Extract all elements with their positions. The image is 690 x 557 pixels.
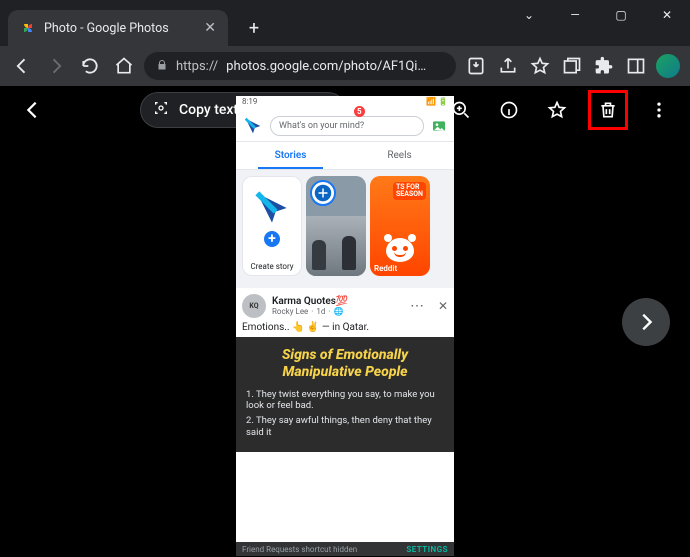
window-controls: ⌄ — ▢ ✕: [506, 0, 690, 46]
phone-status-bar: 8:19 📶 🔋: [236, 96, 454, 110]
create-story-label: Create story: [250, 262, 293, 271]
info-button[interactable]: [492, 93, 526, 127]
url-path: photos.google.com/photo/AF1Qi…: [226, 59, 426, 74]
window-maximize-button[interactable]: ▢: [598, 0, 644, 30]
post-age: 1d: [316, 307, 325, 316]
composer-input[interactable]: What's on your mind?: [270, 116, 424, 136]
lock-icon: [156, 59, 168, 74]
install-app-icon[interactable]: [462, 52, 490, 80]
close-tab-icon[interactable]: ✕: [204, 20, 216, 36]
delete-button[interactable]: [588, 90, 628, 130]
signs-point-1: 1. They twist everything you say, to mak…: [246, 389, 444, 412]
side-panel-icon[interactable]: [622, 52, 650, 80]
favorite-button[interactable]: [540, 93, 574, 127]
browser-tab[interactable]: Photo - Google Photos ✕: [8, 10, 228, 46]
more-options-button[interactable]: [642, 93, 676, 127]
reddit-snoo-icon: [386, 238, 414, 262]
address-bar[interactable]: https:// photos.google.com/photo/AF1Qi…: [144, 52, 456, 80]
tab-groups-icon[interactable]: [558, 52, 586, 80]
post-body: Emotions.. 👆 ✌️ — in Qatar.: [242, 318, 448, 337]
create-story-card[interactable]: + Create story: [242, 176, 302, 276]
google-photos-favicon-icon: [20, 20, 36, 36]
post-avatar: KQ: [242, 294, 266, 318]
story-avatar-ring: [310, 180, 336, 206]
story-card-reddit[interactable]: TS FORSEASON Reddit: [370, 176, 430, 276]
feed-post: KQ Karma Quotes💯 Rocky Lee · 1d · 🌐 ⋯ ✕ …: [236, 282, 454, 452]
stories-row: + Create story TS FORSEASON Reddit: [236, 170, 454, 282]
fb-composer: 5 What's on your mind?: [236, 110, 454, 142]
app-logo-icon: [242, 115, 264, 137]
toolbar-right-icons: [462, 52, 682, 80]
next-photo-button[interactable]: [622, 298, 670, 346]
lens-icon: [153, 100, 169, 120]
story-label: Reddit: [374, 264, 397, 273]
extensions-icon[interactable]: [590, 52, 618, 80]
profile-avatar[interactable]: [654, 52, 682, 80]
viewer-actions: [444, 90, 676, 130]
composer-placeholder: What's on your mind?: [279, 121, 364, 131]
plus-icon: +: [262, 229, 282, 249]
post-header: KQ Karma Quotes💯 Rocky Lee · 1d · 🌐 ⋯ ✕: [242, 294, 448, 318]
post-menu-icon[interactable]: ⋯: [410, 298, 424, 314]
snackbar: Friend Requests shortcut hidden SETTINGS: [236, 542, 454, 556]
window-minimize-button[interactable]: —: [552, 0, 598, 30]
photo-picker-icon[interactable]: [430, 117, 448, 135]
story-tag: TS FORSEASON: [393, 182, 426, 200]
signs-title-2: Manipulative People: [283, 364, 408, 380]
tab-title: Photo - Google Photos: [44, 21, 169, 36]
share-page-icon[interactable]: [494, 52, 522, 80]
home-button[interactable]: [110, 52, 138, 80]
photo-content: 8:19 📶 🔋 5 What's on your mind? Stories …: [236, 96, 454, 556]
photos-viewer: Copy text from image ✕: [0, 86, 690, 557]
story-card[interactable]: [306, 176, 366, 276]
window-caret-icon[interactable]: ⌄: [506, 0, 552, 30]
back-button[interactable]: [8, 52, 36, 80]
fb-tabs: Stories Reels: [236, 142, 454, 170]
snackbar-action[interactable]: SETTINGS: [406, 545, 448, 554]
status-icons: 📶 🔋: [426, 97, 448, 109]
browser-titlebar: Photo - Google Photos ✕ + ⌄ — ▢ ✕: [0, 0, 690, 46]
tab-stories[interactable]: Stories: [236, 142, 345, 169]
reload-button[interactable]: [76, 52, 104, 80]
viewer-back-button[interactable]: [14, 92, 50, 128]
url-protocol: https://: [176, 59, 218, 74]
browser-toolbar: https:// photos.google.com/photo/AF1Qi…: [0, 46, 690, 86]
new-tab-button[interactable]: +: [240, 14, 268, 42]
snackbar-text: Friend Requests shortcut hidden: [242, 545, 357, 554]
post-page-name[interactable]: Karma Quotes💯: [272, 296, 404, 307]
notif-badge: 5: [354, 106, 365, 117]
post-dismiss-icon[interactable]: ✕: [438, 299, 448, 313]
forward-button[interactable]: [42, 52, 70, 80]
post-author: Rocky Lee: [272, 307, 308, 316]
window-close-button[interactable]: ✕: [644, 0, 690, 30]
bookmark-star-icon[interactable]: [526, 52, 554, 80]
status-time: 8:19: [242, 97, 257, 109]
signs-title-1: Signs of Emotionally: [282, 347, 408, 363]
globe-icon: 🌐: [334, 307, 344, 316]
post-image-content: Signs of Emotionally Manipulative People…: [236, 337, 454, 452]
signs-point-2: 2. They say awful things, then deny that…: [246, 415, 444, 438]
tab-reels[interactable]: Reels: [345, 142, 454, 169]
